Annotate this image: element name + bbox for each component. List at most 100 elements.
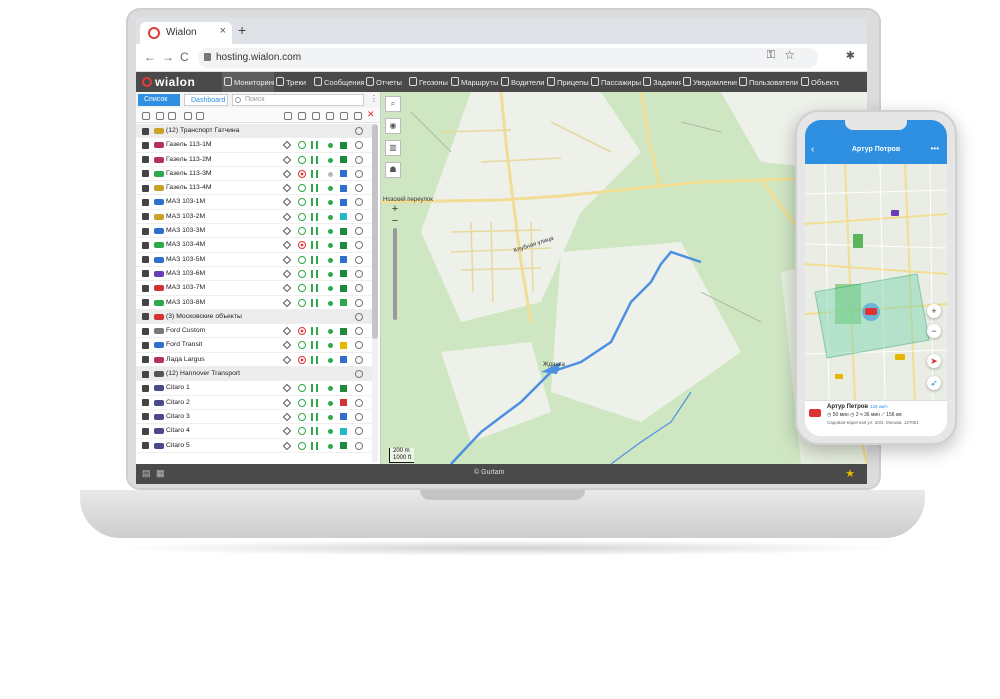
stopped-status-icon[interactable] <box>298 327 306 336</box>
nav-item[interactable]: Сообщения <box>312 72 364 92</box>
locate-unit-icon[interactable] <box>282 398 292 407</box>
unit-info-icon[interactable] <box>355 341 363 350</box>
connection-dot-icon[interactable] <box>328 414 333 420</box>
locate-unit-icon[interactable] <box>282 212 292 222</box>
unit-row[interactable]: Ford Custom <box>136 324 376 339</box>
signal-icon[interactable] <box>311 441 318 450</box>
unit-row[interactable]: Газель 113-2М <box>136 153 376 167</box>
connection-dot-icon[interactable] <box>328 429 333 435</box>
unit-info-icon[interactable] <box>355 212 363 221</box>
moving-status-icon[interactable] <box>298 298 306 307</box>
locate-unit-icon[interactable] <box>282 141 292 150</box>
status-column-icon[interactable] <box>298 112 306 120</box>
sensor-state-icon[interactable] <box>340 141 347 149</box>
unit-info-icon[interactable] <box>355 398 363 407</box>
unit-info-icon[interactable] <box>355 169 363 178</box>
connection-dot-icon[interactable] <box>328 186 333 192</box>
unit-info-icon[interactable] <box>355 255 363 264</box>
forward-button[interactable]: → <box>162 50 174 64</box>
phone-zoom-in-button[interactable]: + <box>927 304 941 318</box>
unit-row[interactable]: МАЗ 103-3М <box>136 224 376 239</box>
locate-unit-icon[interactable] <box>282 341 292 350</box>
unit-row[interactable]: МАЗ 103-6М <box>136 267 376 282</box>
signal-icon[interactable] <box>311 155 318 164</box>
tab-dashboard[interactable]: Dashboard <box>184 94 228 106</box>
signal-icon[interactable] <box>311 341 318 350</box>
nav-item[interactable]: Задания <box>641 72 681 92</box>
unit-row[interactable]: МАЗ 103-1М <box>136 195 376 210</box>
select-all-checkbox[interactable] <box>142 112 150 120</box>
grid-icon[interactable]: ▦ <box>156 468 165 479</box>
reload-button[interactable]: C <box>180 50 189 64</box>
bookmark-star-icon[interactable]: ☆ <box>784 48 795 62</box>
nav-item[interactable]: Водители <box>499 72 545 92</box>
row-checkbox[interactable] <box>142 241 149 249</box>
unit-row[interactable]: МАЗ 103-8М <box>136 296 376 310</box>
connection-dot-icon[interactable] <box>328 157 333 163</box>
row-checkbox[interactable] <box>142 399 149 407</box>
wialon-logo[interactable]: wialon <box>142 75 195 89</box>
moving-status-icon[interactable] <box>298 384 306 393</box>
new-tab-button[interactable]: + <box>238 22 246 38</box>
phone-zoom-out-button[interactable]: − <box>927 324 941 338</box>
row-checkbox[interactable] <box>142 313 149 321</box>
moving-status-icon[interactable] <box>298 141 306 150</box>
scrollbar-thumb[interactable] <box>372 124 378 339</box>
sensor-state-icon[interactable] <box>340 270 347 278</box>
connection-dot-icon[interactable] <box>328 271 333 277</box>
zoom-out-button[interactable]: − <box>389 216 401 228</box>
unit-row[interactable]: Газель 113-1М <box>136 138 376 153</box>
unit-info-icon[interactable] <box>355 384 363 393</box>
locate-unit-icon[interactable] <box>282 426 292 436</box>
map-person-icon[interactable]: ☗ <box>385 162 401 178</box>
sensor-state-icon[interactable] <box>340 156 347 164</box>
unit-info-icon[interactable] <box>355 155 363 164</box>
row-checkbox[interactable] <box>142 227 149 235</box>
signal-icon[interactable] <box>311 384 318 393</box>
signal-icon[interactable] <box>311 284 318 293</box>
moving-status-icon[interactable] <box>298 255 306 264</box>
group-expand-icon[interactable] <box>355 370 363 379</box>
key-icon[interactable]: ⚿ <box>767 49 775 62</box>
connection-dot-icon[interactable] <box>328 443 333 449</box>
moving-status-icon[interactable] <box>298 227 306 236</box>
signal-icon[interactable] <box>311 241 318 250</box>
search-input[interactable]: Поиск <box>232 94 364 106</box>
locate-unit-icon[interactable] <box>282 441 292 450</box>
more-icon[interactable]: ••• <box>931 144 939 153</box>
nav-item[interactable]: Пользователи <box>737 72 799 92</box>
moving-status-icon[interactable] <box>298 412 306 421</box>
map-layers-icon[interactable]: ◉ <box>385 118 401 134</box>
unit-info-icon[interactable] <box>355 284 363 293</box>
connection-dot-icon[interactable] <box>328 357 333 363</box>
row-checkbox[interactable] <box>142 327 149 335</box>
signal-icon[interactable] <box>311 169 318 178</box>
connection-dot-icon[interactable] <box>328 343 333 349</box>
locate-unit-icon[interactable] <box>282 241 292 250</box>
connection-dot-icon[interactable] <box>328 143 333 149</box>
locate-unit-icon[interactable] <box>282 284 292 293</box>
moving-status-icon[interactable] <box>298 269 306 278</box>
signal-icon[interactable] <box>311 398 318 407</box>
phone-locate-icon[interactable]: ➶ <box>927 376 941 390</box>
row-checkbox[interactable] <box>142 256 149 264</box>
row-checkbox[interactable] <box>142 141 149 149</box>
group-row[interactable]: (3) Московские объекты <box>136 309 376 325</box>
locate-unit-icon[interactable] <box>282 384 292 393</box>
sensor-state-icon[interactable] <box>340 384 347 392</box>
sensor-state-icon[interactable] <box>340 356 347 364</box>
locate-unit-icon[interactable] <box>282 298 292 307</box>
moving-status-icon[interactable] <box>298 155 306 164</box>
stopped-status-icon[interactable] <box>298 169 306 178</box>
nav-item[interactable]: Уведомления <box>681 72 737 92</box>
moving-status-icon[interactable] <box>298 427 306 436</box>
unit-info-icon[interactable] <box>355 412 363 421</box>
unit-row[interactable]: МАЗ 103-2М <box>136 210 376 225</box>
signal-icon[interactable] <box>311 355 318 364</box>
row-checkbox[interactable] <box>142 442 149 450</box>
sensor-state-icon[interactable] <box>340 413 347 421</box>
unit-row[interactable]: Ford Transit <box>136 338 376 353</box>
row-checkbox[interactable] <box>142 299 149 307</box>
sensor-state-icon[interactable] <box>340 227 347 235</box>
unit-info-icon[interactable] <box>355 141 363 150</box>
